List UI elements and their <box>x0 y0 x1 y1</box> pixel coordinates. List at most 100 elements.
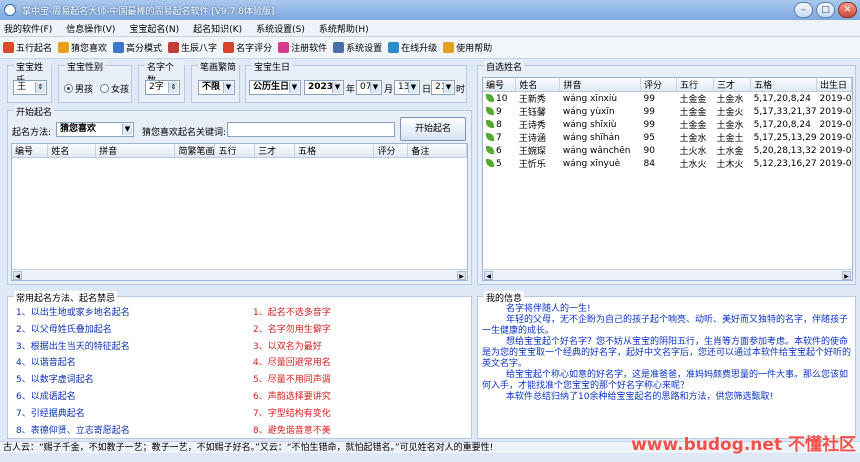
table-cell: wáng yùxīn <box>562 106 615 117</box>
selected-scrollbar[interactable]: ◀ ▶ <box>483 269 852 280</box>
info-paragraph: 年轻的父母，无不企盼为自己的孩子起个响亮、动听、美好而又独特的名字，伴随孩子一生… <box>482 315 849 336</box>
start-naming-panel: 开始起名 起名方法: 猜您喜欢 ▼ 猜您喜欢起名关键词: 开始起名 编号 姓名 拼音… <box>7 105 472 285</box>
table-cell: 8 <box>483 118 516 131</box>
keyword-input[interactable] <box>227 122 395 137</box>
hour-select[interactable]: 21 ▼ <box>431 80 455 95</box>
calendar-type-select[interactable]: 公历生日 ▼ <box>249 80 301 95</box>
minimize-button[interactable]: – <box>794 2 813 18</box>
table-cell: 5 <box>483 157 516 170</box>
scroll-right-icon[interactable]: ▶ <box>842 271 851 280</box>
menu-info-ops[interactable]: 信息操作(V) <box>66 22 115 35</box>
selected-column-header[interactable]: 出生日 <box>816 78 852 92</box>
scroll-right-icon[interactable]: ▶ <box>457 271 466 280</box>
results-column-header[interactable]: 拼音 <box>95 144 176 158</box>
selected-column-header[interactable]: 姓名 <box>515 78 561 92</box>
name-length-select[interactable]: 2字 ⇕ <box>145 80 180 95</box>
tips-panel: 常用起名方法、起名禁忌 1、以出生地或家乡地名起名 2、以父母姓氏叠加起名 3、根据… <box>7 291 472 452</box>
results-table[interactable]: 编号 姓名 拼音 简繁笔画 五行 三才 五格 评分 备注 ◀ ▶ <box>11 143 468 281</box>
table-cell: 5,17,20,8,24 <box>753 93 811 104</box>
table-cell: 5,17,20,8,24 <box>753 119 811 130</box>
table-cell: 2019-0 <box>819 132 852 143</box>
scroll-left-icon[interactable]: ◀ <box>13 271 22 280</box>
table-row[interactable]: 7 王诗涵 wáng shīhán 95 土金水 土金土 5,17,25,13,29 2019… <box>483 131 852 144</box>
toolbar-button-chart[interactable]: 高分模式 <box>113 41 162 54</box>
maximize-button[interactable]: □ <box>816 2 835 18</box>
results-column-header[interactable]: 评分 <box>373 144 409 158</box>
table-cell: wáng shīxiù <box>562 119 617 130</box>
leaf-icon <box>486 145 494 154</box>
month-select[interactable]: 07 ▼ <box>356 80 382 95</box>
toolbar-button-help[interactable]: 使用帮助 <box>443 41 492 54</box>
year-select[interactable]: 2023 ▼ <box>304 80 344 95</box>
table-cell: 5,20,28,13,32 <box>753 145 817 156</box>
selected-column-header[interactable]: 三才 <box>713 78 752 92</box>
selected-column-header[interactable]: 评分 <box>640 78 678 92</box>
scroll-left-icon[interactable]: ◀ <box>484 271 493 280</box>
results-column-header[interactable]: 简繁笔画 <box>174 144 216 158</box>
toolbar-button-score[interactable]: 名字评分 <box>223 41 272 54</box>
gender-radio-boy[interactable]: 男孩 <box>64 82 93 95</box>
selected-column-header[interactable]: 五格 <box>750 78 818 92</box>
close-button[interactable]: ✕ <box>838 2 857 18</box>
gender-radio-girl[interactable]: 女孩 <box>100 82 129 95</box>
toolbar-button-settings[interactable]: 系统设置 <box>333 41 382 54</box>
results-column-header[interactable]: 五格 <box>294 144 375 158</box>
toolbar-label: 猜您喜欢 <box>71 44 108 54</box>
method-select[interactable]: 猜您喜欢 ▼ <box>56 122 134 137</box>
results-column-header[interactable]: 五行 <box>214 144 256 158</box>
info-paragraph: 名字将伴随人的一生! <box>506 304 591 314</box>
results-column-header[interactable]: 备注 <box>407 144 467 158</box>
menu-baby-naming[interactable]: 宝宝起名(N) <box>129 22 179 35</box>
menu-system-help[interactable]: 系统帮助(H) <box>319 22 369 35</box>
menu-my-software[interactable]: 我的软件(F) <box>4 22 52 35</box>
name-length-group: 名字个数 2字 ⇕ <box>138 60 185 103</box>
table-cell: 6 <box>483 144 516 157</box>
table-cell: wáng wǎnchēn <box>562 145 631 156</box>
table-cell: 王忻乐 <box>518 160 546 170</box>
method-item: 5、以数字虚词起名 <box>16 375 94 386</box>
table-cell: 5,12,23,16,27 <box>753 158 817 169</box>
toolbar-button-globe[interactable]: 在线升级 <box>388 41 437 54</box>
table-cell: 土水金 <box>716 147 744 157</box>
table-cell: 土金土 <box>716 134 744 144</box>
surname-input[interactable]: 王 ⇕ <box>13 80 47 95</box>
tips-legend: 常用起名方法、起名禁忌 <box>14 291 118 304</box>
selected-column-header[interactable]: 编号 <box>483 78 517 92</box>
table-cell: 土金火 <box>716 108 744 118</box>
table-row[interactable]: 5 王忻乐 wáng xīnyuè 84 土水火 土木火 5,12,23,16,27 2019… <box>483 157 852 170</box>
chevron-down-icon: ▼ <box>122 124 132 135</box>
table-cell: 99 <box>643 106 655 117</box>
birthday-group: 宝宝生日 公历生日 ▼ 2023 ▼ 年 07 ▼ 月 13 ▼ 日 21 ▼ 时 <box>245 60 467 103</box>
toolbar-button-five-elements[interactable]: 五行起名 <box>3 41 52 54</box>
table-row[interactable]: 6 王婉琛 wáng wǎnchēn 90 土火水 土水金 5,20,28,13,32 201… <box>483 144 852 157</box>
table-cell: 5,17,25,13,29 <box>753 132 817 143</box>
toolbar-button-calendar[interactable]: 生辰八字 <box>168 41 217 54</box>
results-column-header[interactable]: 编号 <box>12 144 49 158</box>
selected-column-header[interactable]: 五行 <box>676 78 715 92</box>
table-row[interactable]: 9 王钰馨 wáng yùxīn 99 土金金 土金火 5,17,33,21,37 2019-… <box>483 105 852 118</box>
selected-column-header[interactable]: 拼音 <box>559 78 641 92</box>
chevron-down-icon: ▼ <box>332 82 342 93</box>
toolbar-button-star[interactable]: 猜您喜欢 <box>58 41 107 54</box>
table-cell: 2019-0 <box>819 145 852 156</box>
table-row[interactable]: 8 王诗秀 wáng shīxiù 99 土金金 土金水 5,17,20,8,24 2019-… <box>483 118 852 131</box>
table-cell: 王新秀 <box>518 95 546 105</box>
toolbar-label: 高分模式 <box>126 44 163 54</box>
stroke-select[interactable]: 不限 ▼ <box>198 80 235 95</box>
table-cell: 土火水 <box>679 147 707 157</box>
menu-naming-knowledge[interactable]: 起名知识(K) <box>193 22 242 35</box>
start-naming-button[interactable]: 开始起名 <box>400 117 466 141</box>
selected-names-table[interactable]: 编号 姓名 拼音 评分 五行 三才 五格 出生日 10 王新秀 wáng xīnxiù 99 土金金土… <box>482 77 853 281</box>
results-column-header[interactable]: 三才 <box>254 144 296 158</box>
info-panel: 我的信息 名字将伴随人的一生! 年轻的父母，无不企盼为自己的孩子起个响亮、动听、美… <box>477 291 856 439</box>
menu-system-settings[interactable]: 系统设置(S) <box>256 22 305 35</box>
results-column-header[interactable]: 姓名 <box>47 144 97 158</box>
table-cell: 土金水 <box>716 95 744 105</box>
toolbar-label: 五行起名 <box>16 44 53 54</box>
day-select[interactable]: 13 ▼ <box>394 80 420 95</box>
table-cell: 王婉琛 <box>518 147 546 157</box>
table-row[interactable]: 10 王新秀 wáng xīnxiù 99 土金金 土金水 5,17,20,8,24 2019… <box>483 92 852 105</box>
toolbar-button-gift[interactable]: 注册软件 <box>278 41 327 54</box>
method-item: 4、以谐音起名 <box>16 358 76 369</box>
results-scrollbar[interactable]: ◀ ▶ <box>12 269 467 280</box>
